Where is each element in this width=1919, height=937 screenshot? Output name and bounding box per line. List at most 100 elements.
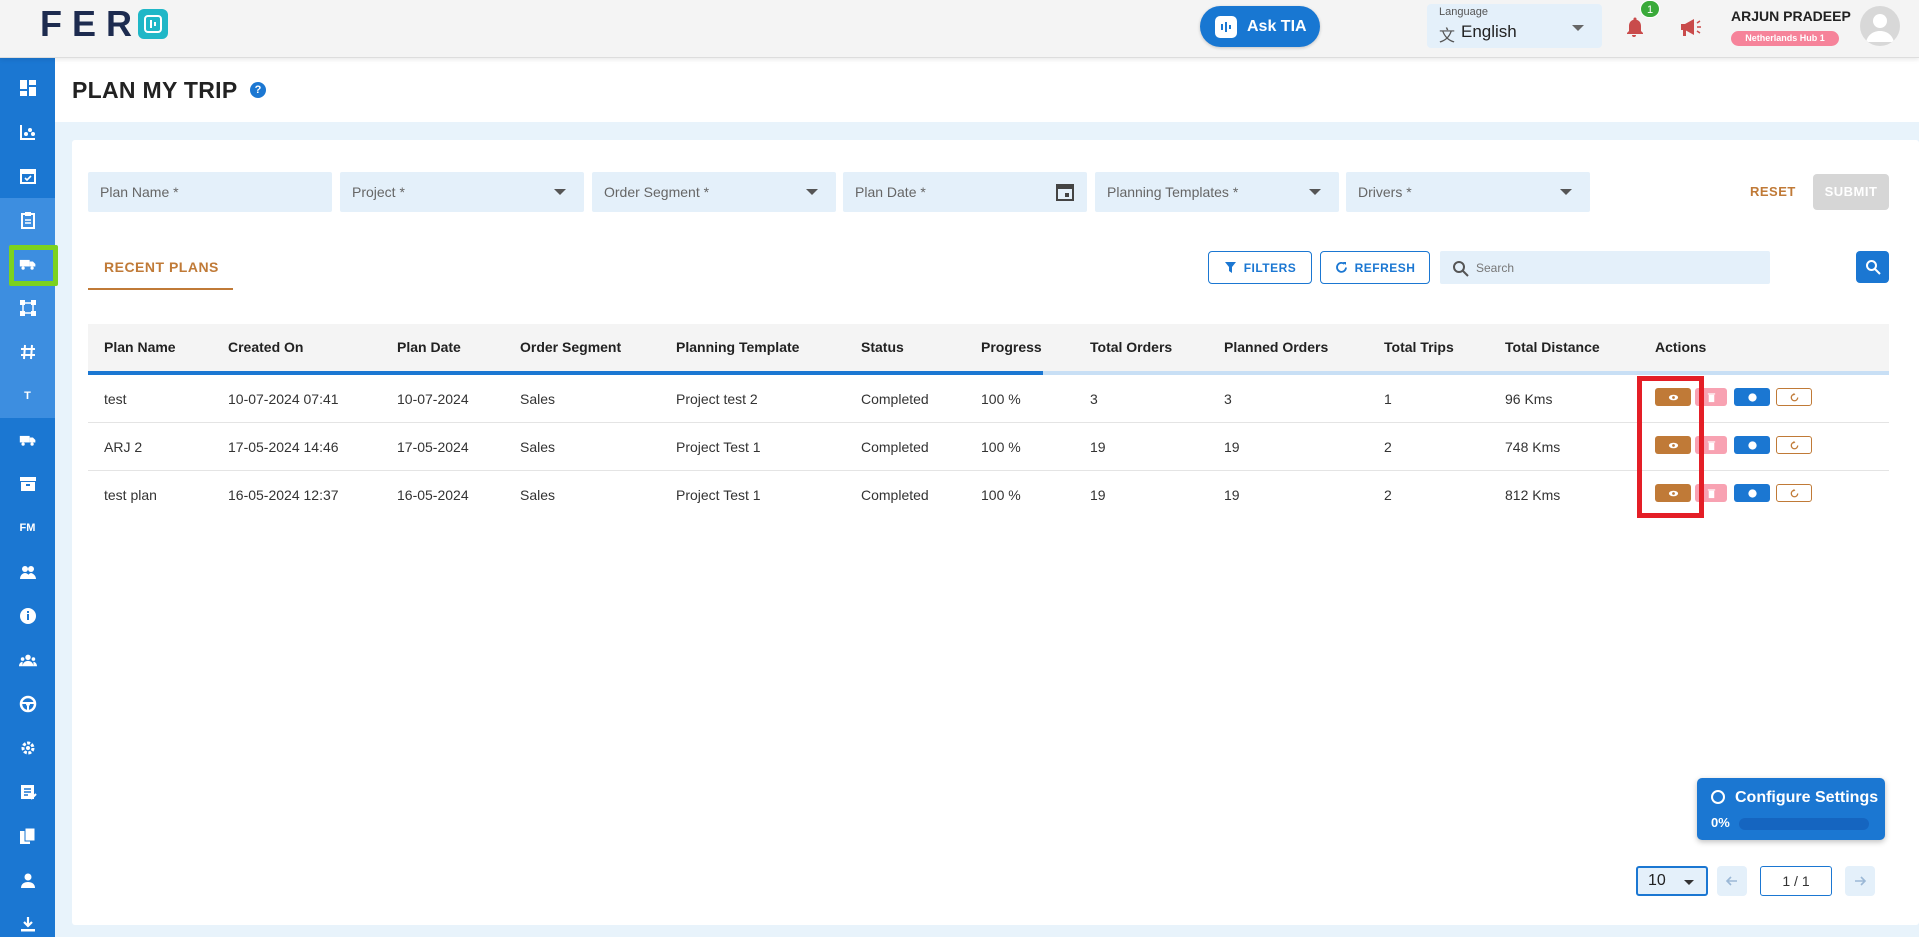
cell-planning-template: Project test 2 [676,391,758,407]
sidebar-item-text[interactable]: T [0,374,55,418]
sidebar-item-users[interactable] [0,638,55,682]
plan-name-field[interactable]: Plan Name * [88,172,332,212]
plan-date-field[interactable]: Plan Date * [843,172,1087,212]
sidebar-item-plan-my-trip[interactable] [0,242,55,286]
replan-button[interactable] [1776,484,1812,502]
translate-icon: 文 [1439,28,1456,45]
sidebar-item-edit-note[interactable] [0,770,55,814]
search-icon [1453,261,1469,277]
submit-button[interactable]: SUBMIT [1813,174,1889,210]
view-button[interactable] [1655,436,1691,454]
cell-plan-date: 16-05-2024 [397,487,469,503]
column-header[interactable]: Total Distance [1505,339,1600,355]
sidebar-item-analytics[interactable] [0,110,55,154]
column-header[interactable]: Total Trips [1384,339,1454,355]
delete-button[interactable] [1695,388,1727,406]
sidebar-item-driver[interactable] [0,682,55,726]
configure-settings-progress [1739,818,1869,830]
cell-created-on: 10-07-2024 07:41 [228,391,339,407]
project-select[interactable]: Project * [340,172,584,212]
column-header[interactable]: Plan Name [104,339,176,355]
cell-plan-name[interactable]: test plan [104,487,157,503]
refresh-icon [1790,440,1798,449]
sidebar-item-fm[interactable]: FM [0,506,55,550]
calendar-icon[interactable] [1055,182,1075,202]
hub-badge: Netherlands Hub 1 [1731,31,1839,46]
ask-tia-button[interactable]: Ask TIA [1200,6,1320,47]
table-row[interactable]: test 10-07-2024 07:41 10-07-2024 Sales P… [88,375,1889,423]
info-button[interactable] [1734,484,1770,502]
fero-logo[interactable]: FER [40,3,168,44]
help-icon[interactable]: ? [250,82,266,98]
search-field[interactable] [1440,251,1770,284]
info-button[interactable] [1734,388,1770,406]
column-header[interactable]: Order Segment [520,339,621,355]
search-icon [1865,260,1881,275]
tab-recent-plans[interactable]: RECENT PLANS [104,259,219,275]
info-button[interactable] [1734,436,1770,454]
sidebar-item-delivery[interactable] [0,418,55,462]
cell-progress: 100 % [981,487,1021,503]
sidebar-item-info[interactable] [0,594,55,638]
reset-button[interactable]: RESET [1750,184,1796,199]
ask-tia-label: Ask TIA [1247,17,1307,35]
search-input[interactable] [1476,251,1766,284]
drivers-select[interactable]: Drivers * [1346,172,1590,212]
sidebar-item-settings[interactable] [0,726,55,770]
cell-plan-name[interactable]: test [104,391,127,407]
replan-button[interactable] [1776,436,1812,454]
cell-total-distance: 812 Kms [1505,487,1561,503]
column-header[interactable]: Plan Date [397,339,461,355]
table-row[interactable]: ARJ 2 17-05-2024 14:46 17-05-2024 Sales … [88,423,1889,471]
column-header[interactable]: Planned Orders [1224,339,1328,355]
page-indicator: 1 / 1 [1760,866,1832,896]
next-page-button[interactable] [1845,866,1875,896]
view-button[interactable] [1655,388,1691,406]
delete-button[interactable] [1695,484,1727,502]
delete-button[interactable] [1695,436,1727,454]
cell-plan-name[interactable]: ARJ 2 [104,439,142,455]
cell-progress: 100 % [981,439,1021,455]
table-row[interactable]: test plan 16-05-2024 12:37 16-05-2024 Sa… [88,471,1889,519]
sidebar-item-hash[interactable] [0,330,55,374]
order-segment-select[interactable]: Order Segment * [592,172,836,212]
sidebar-item-dashboard[interactable] [0,66,55,110]
column-header[interactable]: Total Orders [1090,339,1172,355]
column-header[interactable]: Created On [228,339,303,355]
dashboard-icon [19,80,36,96]
column-header[interactable]: Progress [981,339,1042,355]
sidebar-item-download[interactable] [0,902,55,937]
prev-page-button[interactable] [1717,866,1747,896]
replan-button[interactable] [1776,388,1812,406]
sidebar-item-person[interactable] [0,858,55,902]
filters-button[interactable]: FILTERS [1208,251,1312,284]
megaphone-icon[interactable] [1678,16,1702,38]
cell-order-segment: Sales [520,487,556,503]
bell-icon[interactable] [1622,15,1646,39]
refresh-button[interactable]: REFRESH [1320,251,1430,284]
avatar[interactable] [1860,6,1900,46]
plan-name-placeholder: Plan Name * [100,184,179,200]
refresh-icon [1790,392,1798,401]
tab-underline [88,288,233,290]
cell-order-segment: Sales [520,439,556,455]
info-icon [19,608,36,624]
sidebar-item-archive[interactable] [0,462,55,506]
configure-settings-widget[interactable]: Configure Settings 0% [1697,778,1885,840]
column-header[interactable]: Planning Template [676,339,799,355]
column-header[interactable]: Status [861,339,904,355]
planning-templates-select[interactable]: Planning Templates * [1095,172,1339,212]
sidebar-item-calendar[interactable] [0,154,55,198]
sidebar-item-clipboard[interactable] [0,198,55,242]
search-button[interactable] [1856,251,1889,283]
sidebar-item-team[interactable] [0,550,55,594]
sidebar-item-route-network[interactable] [0,286,55,330]
sidebar-item-documents[interactable] [0,814,55,858]
delivery-truck-icon [19,435,35,446]
logo-mark-icon [138,9,168,39]
page-size-value: 10 [1648,872,1666,889]
view-button[interactable] [1655,484,1691,502]
language-select[interactable]: Language 文 English [1427,4,1602,48]
page-size-select[interactable]: 10 [1636,866,1708,896]
planning-templates-placeholder: Planning Templates * [1107,184,1239,200]
